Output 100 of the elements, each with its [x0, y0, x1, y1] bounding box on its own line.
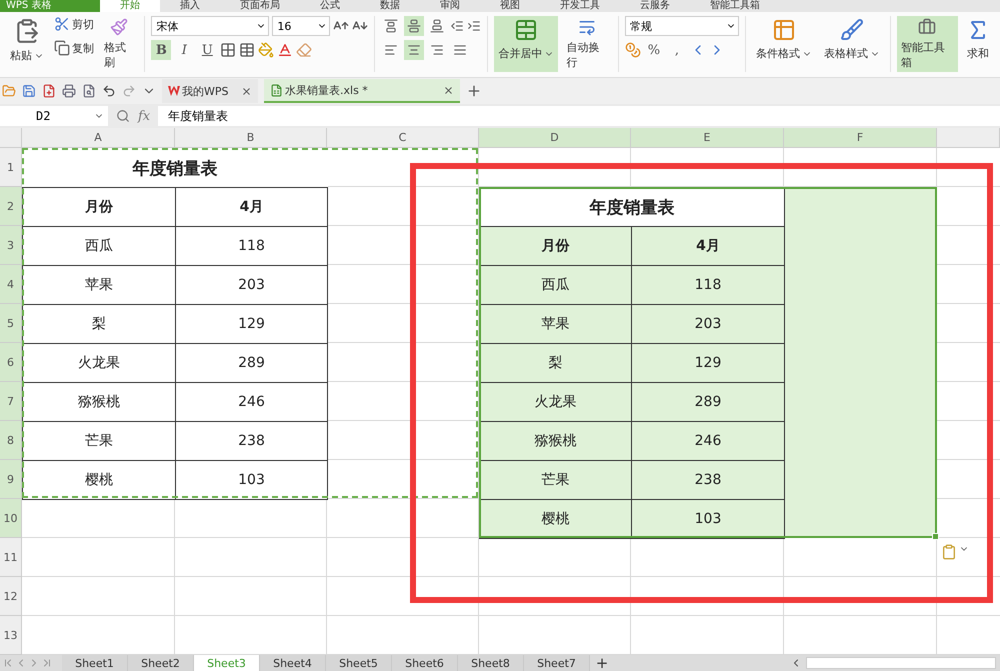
column-header[interactable]: A [22, 128, 175, 148]
close-icon[interactable] [241, 86, 252, 96]
row-header[interactable]: 1 [0, 148, 22, 187]
align-icon [384, 43, 398, 57]
menu-tab[interactable]: 开始 [100, 0, 160, 12]
underline-button[interactable]: U [197, 40, 218, 60]
italic-button[interactable]: I [174, 40, 194, 60]
copy-button[interactable]: 复制 [54, 40, 94, 56]
format-painter-button[interactable]: 格式刷 [100, 16, 138, 72]
row-header[interactable]: 4 [0, 265, 22, 304]
table-cell: 203 [175, 265, 328, 305]
row-header[interactable]: 6 [0, 343, 22, 382]
table-cell: 129 [631, 343, 785, 383]
sheet-tab[interactable]: Sheet2 [128, 655, 194, 671]
row-header[interactable]: 2 [0, 187, 22, 226]
indent-decrease-icon[interactable] [450, 19, 464, 33]
scissors-icon[interactable] [54, 16, 70, 32]
row-header[interactable]: 9 [0, 460, 22, 499]
row-header[interactable]: 12 [0, 577, 22, 616]
paste-button[interactable]: 粘贴 [6, 16, 48, 72]
table-cell: 289 [631, 382, 785, 422]
table-title-cell: 年度销量表 [22, 148, 328, 188]
row-header[interactable]: 3 [0, 226, 22, 265]
undo-icon[interactable] [102, 84, 116, 98]
table-title-cell: 年度销量表 [479, 187, 785, 227]
brush-icon[interactable] [840, 18, 864, 42]
table-style-button[interactable]: 表格样式 [820, 16, 884, 72]
printer-icon[interactable] [62, 84, 76, 98]
bold-button[interactable]: B [151, 40, 172, 60]
borders-icon[interactable] [220, 42, 236, 58]
comma-button[interactable]: , [666, 40, 687, 60]
header-cell: 月份 [22, 187, 176, 227]
paste-options-button[interactable] [941, 544, 969, 560]
spreadsheet-file-icon [270, 84, 283, 96]
row-header[interactable]: 7 [0, 382, 22, 421]
row-header[interactable]: 5 [0, 304, 22, 343]
column-header[interactable]: B [175, 128, 327, 148]
font-name-field[interactable]: 宋体 [151, 16, 270, 36]
sheet-tab[interactable]: Sheet1 [62, 655, 128, 671]
menu-tab[interactable]: 智能工具箱 [690, 0, 780, 12]
table-cell: 103 [175, 460, 328, 500]
formula-field[interactable]: 年度销量表 [158, 106, 1000, 126]
row-header[interactable]: 11 [0, 538, 22, 577]
sheet-tab[interactable]: Sheet7 [524, 655, 590, 671]
table-cell: 289 [175, 343, 328, 383]
menu-tab[interactable]: 数据 [360, 0, 420, 12]
new-tab-icon[interactable] [466, 83, 482, 99]
sheet-tab[interactable]: Sheet6 [392, 655, 458, 671]
merge-center-button[interactable]: 合并居中 [494, 16, 558, 72]
menu-tab[interactable]: 页面布局 [220, 0, 300, 12]
conditional-format-button[interactable]: 条件格式 [752, 16, 816, 72]
indent-increase-icon[interactable] [467, 19, 482, 33]
smart-toolbox-button[interactable]: 智能工具箱 [896, 16, 958, 72]
fill-handle[interactable] [932, 533, 939, 540]
row-header[interactable]: 13 [0, 616, 22, 655]
percent-button[interactable]: % [644, 40, 664, 60]
align-button[interactable] [404, 16, 424, 36]
new-file-icon[interactable] [42, 84, 56, 98]
menu-tab[interactable]: 视图 [480, 0, 540, 12]
align-icon [430, 19, 444, 33]
row-header[interactable]: 8 [0, 421, 22, 460]
table-cell: 猕猴桃 [22, 382, 176, 422]
menu-tab[interactable]: 公式 [300, 0, 360, 12]
app-menu-button[interactable]: WPS 表格 [0, 0, 100, 12]
search-icon[interactable] [116, 109, 130, 123]
sum-button[interactable]: 求和 [962, 16, 994, 72]
font-color-icon[interactable] [277, 42, 294, 58]
close-icon[interactable] [443, 84, 454, 96]
table-icon[interactable] [772, 18, 796, 42]
font-size-field[interactable]: 16 [272, 16, 330, 36]
menu-tab[interactable]: 云服务 [620, 0, 690, 12]
copy-icon[interactable] [54, 40, 70, 56]
wrap-text-button[interactable]: 自动换行 [562, 16, 612, 72]
menu-tab[interactable]: 开发工具 [540, 0, 620, 12]
folder-icon[interactable] [2, 84, 16, 98]
save-icon[interactable] [22, 84, 36, 98]
align-button[interactable] [404, 40, 424, 60]
column-header[interactable]: D [479, 128, 631, 148]
column-header[interactable]: E [631, 128, 784, 148]
add-sheet-button[interactable]: + [590, 655, 614, 671]
sheet-tab[interactable]: Sheet3 [194, 655, 260, 671]
menu-tab[interactable]: 插入 [160, 0, 220, 12]
sheet-tab[interactable]: Sheet8 [458, 655, 524, 671]
column-header[interactable]: C [327, 128, 479, 148]
row-header[interactable]: 10 [0, 499, 22, 538]
merge-cells-icon[interactable] [514, 18, 538, 42]
cut-button[interactable]: 剪切 [54, 16, 94, 32]
currency-icon[interactable] [624, 42, 641, 58]
table-cell: 246 [175, 382, 328, 422]
sheet-tab[interactable]: Sheet5 [326, 655, 392, 671]
document-tab[interactable]: 水果销量表.xls * [264, 79, 460, 103]
function-button[interactable]: fx [138, 108, 150, 124]
document-tab[interactable]: 我的WPS [162, 79, 258, 103]
table-grid-icon[interactable] [239, 42, 256, 58]
name-box[interactable]: D2 [0, 106, 108, 126]
sheet-tab[interactable]: Sheet4 [260, 655, 326, 671]
number-format-field[interactable]: 常规 [624, 16, 739, 36]
column-header[interactable]: F [784, 128, 937, 148]
print-preview-icon[interactable] [82, 84, 96, 98]
horizontal-scrollbar[interactable] [806, 657, 996, 669]
